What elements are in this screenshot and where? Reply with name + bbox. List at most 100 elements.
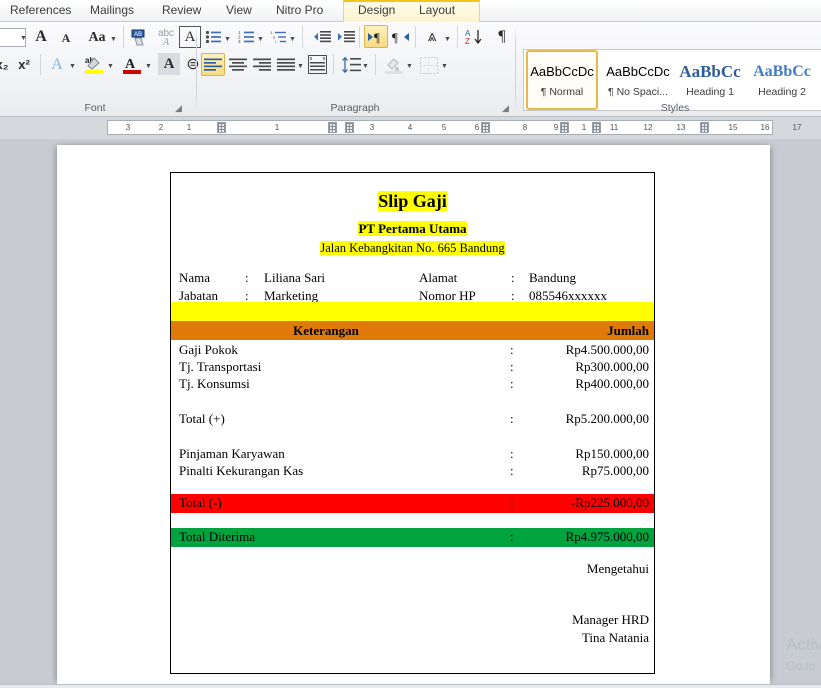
row-colon-tj-transportasi: : [510,359,514,375]
table-row-gaji-pokok: Gaji Pokok : Rp4.500.000,00 [171,342,654,359]
status-bar-strip [0,684,821,688]
multilevel-list-icon[interactable]: 1 a i [268,27,288,47]
justify-glyph [277,58,295,72]
table-row-pinjaman-karyawan: Pinjaman Karyawan : Rp150.000,00 [171,446,654,463]
style-name-no-spacing: ¶ No Spaci... [608,86,668,98]
ruler-number-13: 13 [676,121,686,134]
bullets-icon[interactable] [203,27,223,47]
ruler-tab-stop-1[interactable] [217,122,226,133]
tab-review[interactable]: Review [154,0,209,22]
borders-chevron-down-icon[interactable]: ▼ [441,63,448,70]
bullets-chevron-down-icon[interactable]: ▼ [224,36,231,43]
identity-label-alamat: Alamat [419,270,457,286]
text-effects-icon[interactable]: A [179,26,201,48]
table-header-jumlah: Jumlah [607,323,649,339]
ruler-tab-stop-4[interactable] [481,122,490,133]
font-color-icon[interactable]: A [120,53,144,76]
ruler-tab-stop-6[interactable] [592,122,601,133]
tab-references[interactable]: References [2,0,79,22]
numbering-chevron-down-icon[interactable]: ▼ [257,36,264,43]
sort-icon[interactable]: A Z [463,26,485,48]
style-sample-heading-1: AaBbCс [679,63,740,80]
text-glow-effect-icon[interactable]: A [46,54,68,75]
rtl-text-direction-icon[interactable]: ¶ [390,26,412,48]
decrease-indent-icon[interactable] [310,27,332,47]
line-spacing-chevron-down-icon[interactable]: ▼ [362,63,369,70]
clear-formatting-icon[interactable]: abc A [155,26,177,49]
subscript-icon[interactable]: x₂ [0,54,12,74]
grow-font-icon[interactable]: A [30,26,52,48]
svg-text:3: 3 [238,39,241,44]
ruler-tab-stop-3[interactable] [345,122,354,133]
table-row-pinalti-kekurangan-kas: Pinalti Kekurangan Kas : Rp75.000,00 [171,463,654,480]
ruler-tab-stop-2[interactable] [328,122,337,133]
font-color-chevron-down-icon[interactable]: ▼ [145,63,152,70]
superscript-icon[interactable]: x² [14,54,34,74]
row-amount-tj-transportasi: Rp300.000,00 [575,359,649,375]
ruler-number-14: 15 [728,121,738,134]
shrink-font-icon[interactable]: A [56,28,76,48]
increase-indent-icon[interactable] [334,27,356,47]
shading-glyph [384,57,404,74]
tab-mailings[interactable]: Mailings [82,0,142,22]
style-sample-normal: AaBbCcDc [530,63,594,80]
character-shading-icon[interactable]: A [158,53,180,75]
ruler-number-4: 3 [367,121,377,134]
clear-formatting-a: A [163,38,169,47]
shading-chevron-down-icon[interactable]: ▼ [406,63,413,70]
style-item-heading-1[interactable]: AaBbCс Heading 1 [674,50,746,110]
ruler-number-3: 1 [272,121,282,134]
align-center-icon[interactable] [227,54,249,76]
style-item-normal[interactable]: AaBbCcDc ¶ Normal [526,50,598,110]
svg-text:A: A [125,57,136,72]
ribbon-tab-bar: References Mailings Review View Nitro Pr… [0,0,821,22]
table-row-total-diterima: Total Diterima : Rp4.975.000,00 [171,528,654,547]
justify-chevron-down-icon[interactable]: ▼ [297,63,304,70]
ruler-tab-stop-5[interactable] [560,122,569,133]
multilevel-list-chevron-down-icon[interactable]: ▼ [289,36,296,43]
style-item-heading-2[interactable]: AaBbCc Heading 2 [746,50,818,110]
line-spacing-icon[interactable] [340,54,362,76]
paragraph-dialog-launcher[interactable]: ◢ [500,103,511,114]
style-item-no-spacing[interactable]: AaBbCcDc ¶ No Spaci... [602,50,674,110]
font-dialog-launcher[interactable]: ◢ [173,103,184,114]
row-label-tj-konsumsi: Tj. Konsumsi [179,376,250,392]
table-row-tj-transportasi: Tj. Transportasi : Rp300.000,00 [171,359,654,376]
numbering-icon[interactable]: 1 2 3 [236,27,256,47]
font-size-chevron-down-icon[interactable]: ▼ [20,35,27,42]
row-colon-pinjaman-karyawan: : [510,446,514,462]
highlight-color-icon[interactable]: ab [82,53,106,76]
show-formatting-marks-icon[interactable]: ¶ [492,26,512,48]
document-canvas[interactable]: Slip Gaji PT Pertama Utama Jalan Kebangk… [0,139,821,684]
format-painter-icon[interactable]: AB [128,26,152,49]
text-glow-chevron-down-icon[interactable]: ▼ [69,63,76,70]
tab-nitro-pro[interactable]: Nitro Pro [268,0,331,22]
horizontal-ruler[interactable]: 3 2 1 1 3 4 5 6 8 9 1 11 12 13 15 16 17 [107,120,773,135]
borders-icon[interactable] [418,54,440,76]
align-left-icon[interactable] [201,53,225,76]
asian-layout-chevron-down-icon[interactable]: ▼ [444,36,451,43]
row-label-total-plus: Total (+) [179,411,225,427]
group-label-styles: Styles [600,102,750,114]
ltr-text-direction-icon[interactable]: ¶ [364,25,388,48]
asian-layout-icon[interactable]: ⩓ [421,26,443,48]
shading-icon[interactable] [383,54,405,76]
distributed-text-icon[interactable] [306,53,328,76]
decrease-indent-glyph [312,30,331,44]
change-case-icon[interactable]: Aa [84,27,110,48]
ruler-tab-stop-7[interactable] [700,122,709,133]
document-page[interactable]: Slip Gaji PT Pertama Utama Jalan Kebangk… [57,145,770,684]
highlight-color-chevron-down-icon[interactable]: ▼ [107,63,114,70]
change-case-chevron-down-icon[interactable]: ▼ [110,36,117,43]
tab-design[interactable]: Design [350,0,403,22]
sort-glyph: A Z [464,28,484,46]
justify-icon[interactable] [275,54,297,76]
table-row-total-minus: Total (-) : -Rp225.000,00 [171,494,654,513]
row-label-total-minus: Total (-) [179,495,222,511]
align-right-icon[interactable] [251,54,273,76]
tab-view[interactable]: View [218,0,260,22]
activate-windows-watermark: Activ Go to [786,635,821,674]
row-amount-total-plus: Rp5.200.000,00 [566,411,649,427]
tab-layout[interactable]: Layout [411,0,463,22]
salary-slip-table[interactable]: Slip Gaji PT Pertama Utama Jalan Kebangk… [170,172,655,674]
